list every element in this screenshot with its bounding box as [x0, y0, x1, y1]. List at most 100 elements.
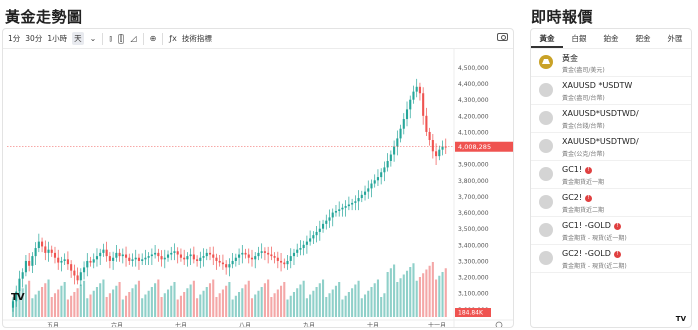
candle-body: [76, 275, 79, 281]
quote-symbol: XAUUSD*USDTWD/: [562, 109, 639, 118]
candle-body: [28, 260, 31, 266]
asset-placeholder-icon: [539, 195, 553, 209]
interval-1min[interactable]: 1分: [8, 33, 20, 44]
toolbar-divider: [142, 32, 144, 45]
volume-bar: [234, 295, 237, 317]
candle-body: [325, 220, 328, 224]
candle-body: [199, 257, 202, 261]
settings-icon[interactable]: [495, 321, 503, 328]
volume-bar: [144, 294, 147, 317]
tab-gold[interactable]: 黃金: [531, 29, 563, 48]
quote-row[interactable]: XAUUSD*USDTWD/黃金(台錢/台幣): [531, 105, 691, 133]
candle-body: [128, 257, 131, 261]
candle-body: [79, 272, 82, 281]
bar-chart-icon[interactable]: ⫾: [109, 34, 112, 43]
tab-silver[interactable]: 白銀: [563, 29, 595, 48]
volume-bar: [76, 288, 79, 317]
interval-day[interactable]: 天: [72, 32, 84, 45]
volume-bar: [338, 282, 341, 317]
candle-body: [328, 217, 331, 221]
candle-body: [173, 251, 176, 253]
volume-bar: [373, 283, 376, 317]
volume-bar: [147, 290, 150, 317]
candle-body: [179, 254, 182, 258]
volume-bar: [396, 282, 399, 317]
volume-bar: [393, 264, 396, 317]
quote-row[interactable]: GC2!! 黃金期貨近二期: [531, 189, 691, 217]
candle-body: [260, 251, 263, 253]
quote-row[interactable]: GC1!! 黃金期貨近一期: [531, 161, 691, 189]
alert-badge-icon[interactable]: !: [585, 195, 593, 202]
chart-toolbar: 1分 30分 1小時 天 ⌄ ⫾ ⫿ ◿ ⊕ ƒx 技術指標: [3, 29, 513, 49]
volume-bar: [341, 299, 344, 317]
quote-description: 黃金期貨 - 現貨(近二期): [562, 263, 627, 270]
alert-badge-icon[interactable]: !: [613, 251, 621, 258]
interval-1hour[interactable]: 1小時: [47, 33, 67, 44]
indicators-button[interactable]: 技術指標: [182, 33, 212, 44]
quote-row[interactable]: XAUUSD*USDTWD/黃金(公克/台幣): [531, 133, 691, 161]
volume-bar: [386, 272, 389, 317]
candle-body: [95, 256, 99, 260]
volume-bar: [370, 287, 373, 317]
candle-body: [202, 256, 205, 258]
camera-icon[interactable]: [497, 33, 508, 41]
gold-chart-panel[interactable]: 1分 30分 1小時 天 ⌄ ⫾ ⫿ ◿ ⊕ ƒx 技術指標 4,500,000…: [2, 28, 514, 328]
volume-bar: [435, 279, 438, 317]
tab-palladium[interactable]: 鈀金: [627, 29, 659, 48]
toolbar-divider: [102, 32, 104, 45]
candle-body: [351, 202, 354, 205]
volume-bar: [376, 279, 379, 317]
quote-row[interactable]: GC2! -GOLD! 黃金期貨 - 現貨(近二期): [531, 245, 691, 273]
candle-body: [99, 252, 102, 257]
volume-bar: [73, 292, 76, 317]
candle-body: [150, 254, 153, 257]
candle-body: [63, 259, 66, 261]
candle-body: [47, 249, 50, 253]
candle-body: [380, 172, 383, 178]
quote-row[interactable]: XAUUSD *USDTW 黃金(盎司/台幣): [531, 77, 691, 105]
candle-body: [218, 260, 221, 263]
asset-placeholder-icon: [539, 111, 553, 125]
candle-body: [189, 254, 192, 257]
volume-bar: [163, 293, 166, 317]
quote-row[interactable]: 黃金 黃金(盎司/美元): [531, 49, 691, 77]
candle-body: [321, 223, 325, 229]
chevron-down-icon[interactable]: ⌄: [90, 34, 97, 43]
volume-bar: [367, 290, 370, 317]
candle-body: [205, 252, 208, 257]
interval-30min[interactable]: 30分: [25, 33, 42, 44]
volume-bar: [212, 279, 215, 317]
candlestick-chart[interactable]: 4,500,000 4,400,000 4,300,000 4,200,000 4,10…: [3, 49, 514, 328]
candle-body: [105, 249, 108, 257]
quote-symbol: GC2!: [562, 193, 583, 202]
alert-badge-icon[interactable]: !: [613, 223, 621, 230]
alert-badge-icon[interactable]: !: [585, 167, 593, 174]
quote-description: 黃金(台錢/台幣): [562, 123, 605, 130]
candle-body: [231, 260, 234, 265]
quote-row[interactable]: GC1! -GOLD! 黃金期貨 - 現貨(近一期): [531, 217, 691, 245]
area-chart-icon[interactable]: ◿: [130, 34, 136, 43]
candle-body: [66, 259, 69, 265]
quote-description: 黃金(公克/台幣): [562, 151, 605, 158]
volume-bar: [296, 288, 299, 317]
volume-bar: [402, 274, 405, 317]
y-tick-label: 3,100,000: [458, 291, 489, 298]
candle-body: [393, 146, 396, 155]
volume-bar: [189, 284, 192, 317]
candle-body: [292, 252, 296, 257]
tab-platinum[interactable]: 鉑金: [595, 29, 627, 48]
candle-body: [89, 260, 92, 263]
gold-chart-title: 黃金走勢圖: [5, 8, 83, 26]
toolbar-divider: [162, 32, 164, 45]
volume-bar: [141, 298, 144, 317]
tab-forex[interactable]: 外匯: [659, 29, 691, 48]
plus-circle-icon[interactable]: ⊕: [150, 34, 157, 43]
candle-body: [24, 260, 27, 273]
indicators-icon[interactable]: ƒx: [169, 34, 177, 43]
volume-bar: [409, 267, 412, 317]
volume-bar: [276, 289, 279, 317]
volume-bar: [115, 285, 118, 317]
candlestick-icon[interactable]: ⫿: [117, 33, 125, 44]
volume-bar: [389, 268, 392, 317]
quotes-panel: 黃金 白銀 鉑金 鈀金 外匯 黃金 黃金(盎司/美元) XAUUSD *USDTW 黃…: [530, 28, 692, 328]
